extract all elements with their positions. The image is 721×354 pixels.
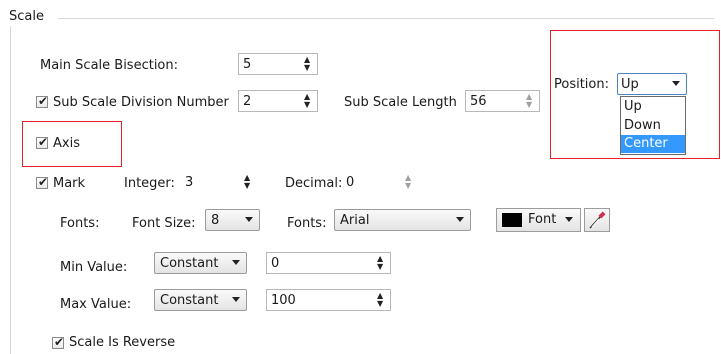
axis-label: Axis xyxy=(53,136,80,151)
min-value-mode: Constant xyxy=(160,256,219,271)
spinner-arrows[interactable]: ▲ ▼ xyxy=(377,290,386,310)
integer-spinner[interactable]: 3 ▲ ▼ xyxy=(182,171,258,193)
chevron-down-icon[interactable] xyxy=(232,260,240,265)
scale-is-reverse-checkbox[interactable]: ✔ xyxy=(52,335,65,349)
sub-scale-length-label: Sub Scale Length xyxy=(344,95,457,110)
decimal-spinner[interactable]: 0 ▲ ▼ xyxy=(343,171,419,193)
max-value-mode: Constant xyxy=(160,293,219,308)
mark-checkbox[interactable]: ✔ xyxy=(36,175,49,189)
main-scale-bisection-label: Main Scale Bisection: xyxy=(40,58,179,73)
sub-scale-division-checkbox[interactable]: ✔ xyxy=(36,94,49,108)
checkmark-icon: ✔ xyxy=(54,335,65,349)
position-option-center[interactable]: Center xyxy=(621,135,685,153)
min-value-mode-dropdown[interactable]: Constant xyxy=(154,252,247,274)
decimal-value: 0 xyxy=(346,175,355,190)
sub-scale-division-label: Sub Scale Division Number xyxy=(53,95,229,110)
spin-down-icon[interactable]: ▼ xyxy=(304,101,310,109)
chevron-down-icon[interactable] xyxy=(672,81,680,86)
decimal-label: Decimal: xyxy=(285,176,343,191)
main-scale-bisection-value: 5 xyxy=(243,57,252,72)
position-label: Position: xyxy=(554,77,609,92)
spinner-arrows[interactable]: ▲ ▼ xyxy=(304,54,313,74)
axis-checkbox[interactable]: ✔ xyxy=(36,135,49,149)
chevron-down-icon[interactable] xyxy=(232,297,240,302)
spinner-arrows[interactable]: ▲ ▼ xyxy=(244,172,253,192)
sub-scale-length-value: 56 xyxy=(470,94,487,109)
position-options-list: Up Down Center xyxy=(620,96,686,155)
fonts-row-label: Fonts: xyxy=(60,216,100,231)
group-top-border xyxy=(58,18,714,19)
min-value-label: Min Value: xyxy=(60,260,128,275)
spinner-arrows[interactable]: ▲ ▼ xyxy=(304,91,313,111)
spinner-arrows[interactable]: ▲ ▼ xyxy=(405,172,414,192)
integer-value: 3 xyxy=(185,175,194,190)
checkmark-icon: ✔ xyxy=(38,175,49,189)
max-value-mode-dropdown[interactable]: Constant xyxy=(154,289,247,311)
min-value-value: 0 xyxy=(271,256,280,271)
eyedropper-icon xyxy=(589,211,606,229)
font-size-value: 8 xyxy=(211,213,220,228)
scale-group-title: Scale xyxy=(9,9,44,24)
min-value-spinner[interactable]: 0 ▲ ▼ xyxy=(266,252,391,274)
position-option-up[interactable]: Up xyxy=(621,98,685,116)
font-size-label: Font Size: xyxy=(132,216,196,231)
font-family-value: Arial xyxy=(340,213,370,228)
sub-scale-division-value: 2 xyxy=(243,94,252,109)
color-picker-button[interactable] xyxy=(584,208,610,232)
position-dropdown[interactable]: Up xyxy=(617,73,687,95)
spinner-arrows[interactable]: ▲ ▼ xyxy=(377,253,386,273)
font-family-dropdown[interactable]: Arial xyxy=(334,209,471,231)
max-value-spinner[interactable]: 100 ▲ ▼ xyxy=(266,289,391,311)
font-color-dropdown[interactable]: Font xyxy=(496,208,581,232)
chevron-down-icon[interactable] xyxy=(456,217,464,222)
spin-down-icon[interactable]: ▼ xyxy=(377,300,383,308)
spin-down-icon[interactable]: ▼ xyxy=(405,182,411,190)
max-value-label: Max Value: xyxy=(60,297,132,312)
integer-label: Integer: xyxy=(124,176,175,191)
sub-scale-division-spinner[interactable]: 2 ▲ ▼ xyxy=(238,90,318,112)
mark-label: Mark xyxy=(53,176,86,191)
fonts-label: Fonts: xyxy=(287,216,327,231)
spinner-arrows[interactable]: ▲ ▼ xyxy=(526,91,535,111)
spin-down-icon[interactable]: ▼ xyxy=(304,64,310,72)
chevron-down-icon[interactable] xyxy=(565,217,573,222)
font-color-swatch xyxy=(502,213,522,227)
spin-down-icon[interactable]: ▼ xyxy=(377,263,383,271)
spin-down-icon[interactable]: ▼ xyxy=(526,101,532,109)
scale-is-reverse-label: Scale Is Reverse xyxy=(69,335,176,350)
max-value-value: 100 xyxy=(271,293,296,308)
position-option-down[interactable]: Down xyxy=(621,117,685,135)
font-size-dropdown[interactable]: 8 xyxy=(205,209,260,231)
position-value: Up xyxy=(621,77,639,92)
checkmark-icon: ✔ xyxy=(38,94,49,108)
font-button-label: Font xyxy=(528,212,557,227)
checkmark-icon: ✔ xyxy=(38,135,49,149)
sub-scale-length-spinner[interactable]: 56 ▲ ▼ xyxy=(465,90,540,112)
spin-down-icon[interactable]: ▼ xyxy=(244,182,250,190)
chevron-down-icon[interactable] xyxy=(245,217,253,222)
group-left-border xyxy=(10,26,11,354)
main-scale-bisection-spinner[interactable]: 5 ▲ ▼ xyxy=(238,53,318,75)
